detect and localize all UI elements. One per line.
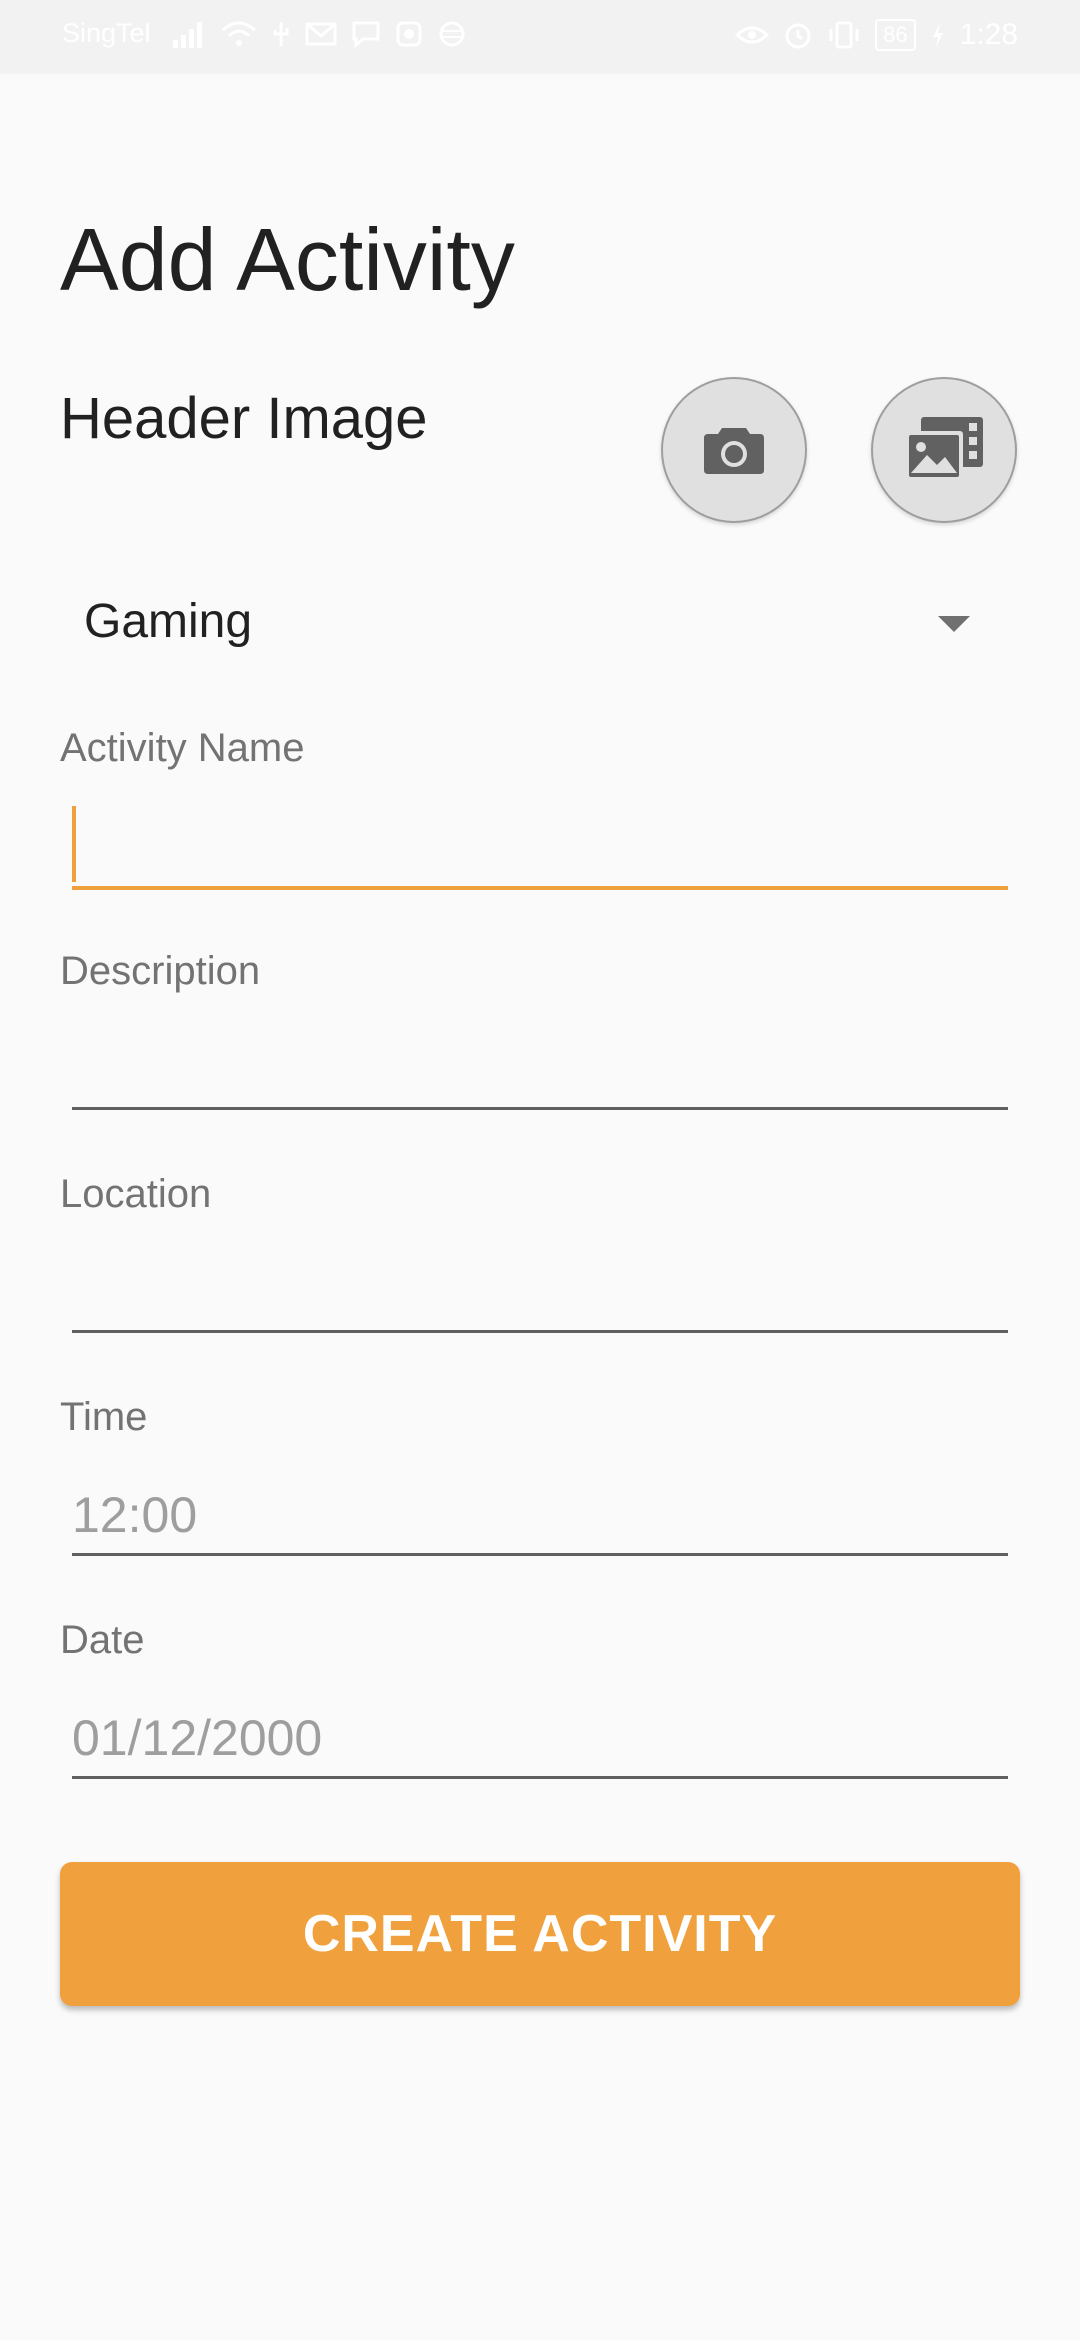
- page-title: Add Activity: [60, 210, 515, 309]
- description-label: Description: [60, 949, 261, 993]
- header-image-label: Header Image: [60, 386, 428, 451]
- camera-button[interactable]: [661, 377, 807, 523]
- time-label: Time: [60, 1395, 148, 1439]
- description-input[interactable]: [72, 1030, 1008, 1110]
- gmail-icon: [305, 22, 337, 45]
- date-label: Date: [60, 1618, 145, 1662]
- activity-name-label: Activity Name: [60, 726, 305, 770]
- status-bar: SingTel 86 1:28: [0, 0, 1080, 74]
- gallery-icon: [905, 417, 983, 481]
- vibrate-icon: [829, 21, 859, 49]
- status-left: SingTel: [62, 18, 481, 49]
- eye-icon: [735, 26, 770, 44]
- category-dropdown[interactable]: Gaming: [60, 580, 1020, 670]
- data-icon: [439, 21, 465, 46]
- time-input[interactable]: [72, 1476, 1008, 1556]
- create-activity-button[interactable]: CREATE ACTIVITY: [60, 1862, 1020, 2006]
- date-input[interactable]: [72, 1699, 1008, 1779]
- status-right: 86 1:28: [721, 18, 1018, 52]
- usb-icon: [273, 21, 289, 46]
- status-time: 1:28: [959, 18, 1018, 51]
- signal-icon: [172, 21, 202, 48]
- charging-icon: [932, 23, 943, 47]
- activity-name-input[interactable]: [72, 810, 1008, 890]
- battery-level: 86: [875, 19, 916, 51]
- text-cursor: [72, 806, 76, 882]
- camera-icon: [704, 428, 764, 474]
- carrier-name: SingTel: [62, 18, 151, 48]
- gallery-button[interactable]: [871, 377, 1017, 523]
- wifi-icon: [221, 21, 256, 46]
- location-input[interactable]: [72, 1253, 1008, 1333]
- app-icon: [396, 21, 422, 46]
- category-selected: Gaming: [84, 595, 253, 648]
- dropdown-arrow-icon: [938, 616, 970, 632]
- location-label: Location: [60, 1172, 212, 1216]
- chat-icon: [352, 21, 380, 48]
- alarm-icon: [785, 23, 811, 49]
